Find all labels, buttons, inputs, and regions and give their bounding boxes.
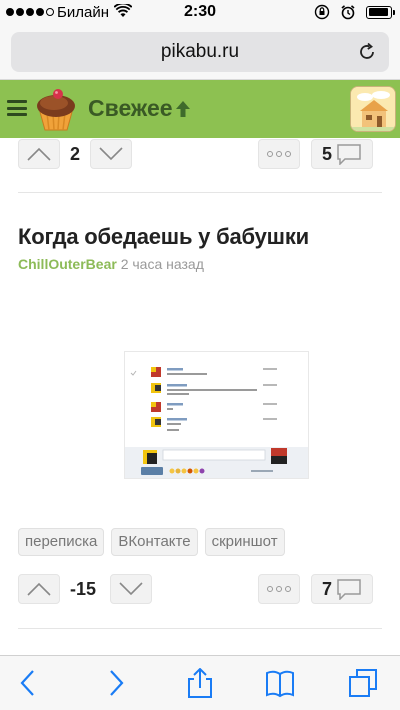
reload-icon[interactable] bbox=[357, 42, 377, 62]
tag[interactable]: переписка bbox=[18, 528, 105, 556]
site-header: Свежее bbox=[0, 80, 400, 138]
tag[interactable]: ВКонтакте bbox=[111, 528, 198, 556]
chevron-up-icon bbox=[27, 582, 51, 596]
post-author-link[interactable]: ChillOuterBear bbox=[18, 256, 117, 272]
chat-screenshot-image bbox=[125, 352, 308, 478]
post-divider bbox=[18, 192, 382, 193]
prev-post-rating: 2 bbox=[70, 144, 81, 164]
orientation-lock-icon bbox=[314, 4, 330, 20]
back-icon[interactable] bbox=[14, 668, 44, 698]
user-avatar[interactable] bbox=[350, 86, 396, 132]
cupcake-logo-icon[interactable] bbox=[32, 86, 80, 132]
battery-icon bbox=[366, 5, 395, 19]
bookmarks-icon[interactable] bbox=[265, 668, 295, 698]
comments-count: 7 bbox=[321, 578, 332, 599]
comments-button[interactable]: 7 bbox=[311, 574, 373, 604]
browser-toolbar bbox=[0, 655, 400, 710]
chevron-up-icon bbox=[27, 147, 51, 161]
post-image[interactable] bbox=[124, 351, 309, 479]
browser-address-area: pikabu.ru bbox=[0, 26, 400, 80]
status-bar: Билайн 2:30 bbox=[0, 0, 400, 26]
url-text: pikabu.ru bbox=[160, 41, 240, 62]
post-divider bbox=[18, 628, 382, 629]
menu-icon[interactable] bbox=[7, 100, 27, 116]
tag[interactable]: скриншот bbox=[204, 528, 285, 556]
prev-downvote-button[interactable] bbox=[90, 139, 132, 169]
comment-bubble-icon bbox=[337, 579, 361, 600]
battery-level bbox=[368, 8, 389, 16]
post-rating: -15 bbox=[70, 579, 97, 599]
section-title[interactable]: Свежее bbox=[88, 95, 173, 122]
share-icon[interactable] bbox=[185, 668, 215, 698]
alarm-icon bbox=[341, 5, 355, 20]
house-icon bbox=[351, 87, 395, 131]
post-time: 2 часа назад bbox=[120, 256, 204, 272]
tabs-icon[interactable] bbox=[348, 668, 378, 698]
address-bar[interactable]: pikabu.ru bbox=[11, 32, 389, 72]
downvote-button[interactable] bbox=[110, 574, 152, 604]
arrow-up-icon bbox=[176, 101, 190, 117]
post-title[interactable]: Когда обедаешь у бабушки bbox=[18, 224, 309, 250]
screen: Билайн 2:30 pikabu.ru Свежее 2 5 Когда о… bbox=[0, 0, 400, 710]
comment-bubble-icon bbox=[337, 144, 361, 165]
prev-comments-count: 5 bbox=[321, 143, 332, 164]
chevron-down-icon bbox=[99, 147, 123, 161]
forward-icon[interactable] bbox=[100, 668, 130, 698]
chevron-down-icon bbox=[119, 582, 143, 596]
prev-more-button[interactable] bbox=[258, 139, 300, 169]
prev-upvote-button[interactable] bbox=[18, 139, 60, 169]
tag-list: переписка ВКонтакте скриншот bbox=[18, 528, 285, 556]
prev-comments-button[interactable]: 5 bbox=[311, 139, 373, 169]
upvote-button[interactable] bbox=[18, 574, 60, 604]
more-button[interactable] bbox=[258, 574, 300, 604]
post-meta: ChillOuterBear 2 часа назад bbox=[18, 256, 204, 272]
